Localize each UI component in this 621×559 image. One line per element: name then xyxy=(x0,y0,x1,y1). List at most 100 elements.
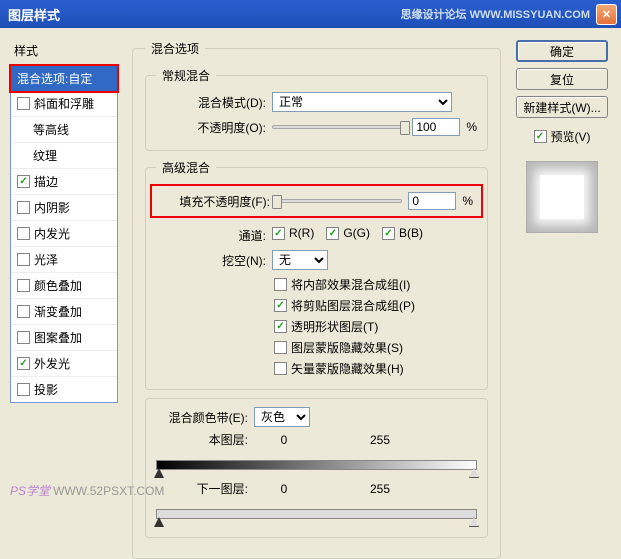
channel-toggle[interactable]: B(B) xyxy=(382,226,423,240)
style-item[interactable]: 内阴影 xyxy=(11,195,117,221)
fill-opacity-slider[interactable] xyxy=(276,199,402,203)
cancel-button[interactable]: 复位 xyxy=(516,68,608,90)
style-item[interactable]: 内发光 xyxy=(11,221,117,247)
close-button[interactable]: ✕ xyxy=(596,4,617,25)
style-checkbox[interactable] xyxy=(17,383,30,396)
channel-toggle[interactable]: G(G) xyxy=(326,226,370,240)
option-label: 将内部效果混合成组(I) xyxy=(291,276,410,293)
advanced-option[interactable]: 透明形状图层(T) xyxy=(274,318,477,335)
style-item-label: 光泽 xyxy=(34,251,58,268)
style-item-label: 颜色叠加 xyxy=(34,277,82,294)
style-item-label: 斜面和浮雕 xyxy=(34,95,94,112)
style-item-label: 投影 xyxy=(34,381,58,398)
style-checkbox[interactable] xyxy=(17,201,30,214)
style-item-label: 描边 xyxy=(34,173,58,190)
blend-options-legend: 混合选项 xyxy=(145,40,205,57)
knockout-select[interactable]: 无 xyxy=(272,250,328,270)
style-checkbox[interactable] xyxy=(17,175,30,188)
general-blend-fieldset: 常规混合 混合模式(D): 正常 不透明度(O): % xyxy=(145,67,488,151)
blend-if-select[interactable]: 灰色 xyxy=(254,407,310,427)
ok-button[interactable]: 确定 xyxy=(516,40,608,62)
channels-label: 通道: xyxy=(156,227,266,244)
style-item-label: 渐变叠加 xyxy=(34,303,82,320)
channel-checkbox[interactable] xyxy=(272,227,285,240)
opacity-slider[interactable] xyxy=(272,125,406,129)
style-item[interactable]: 光泽 xyxy=(11,247,117,273)
preview-toggle[interactable]: 预览(V) xyxy=(534,128,591,145)
option-label: 矢量蒙版隐藏效果(H) xyxy=(291,360,404,377)
channel-toggle[interactable]: R(R) xyxy=(272,226,314,240)
advanced-blend-fieldset: 高级混合 填充不透明度(F): % 通道: R(R) G(G) B(B) 挖空(N)… xyxy=(145,159,488,390)
opacity-input[interactable] xyxy=(412,118,460,136)
style-item-label: 内发光 xyxy=(34,225,70,242)
titlebar: 图层样式 思缘设计论坛 WWW.MISSYUAN.COM ✕ xyxy=(0,0,621,28)
advanced-option[interactable]: 将内部效果混合成组(I) xyxy=(274,276,477,293)
preview-label: 预览(V) xyxy=(551,128,591,145)
style-item-label: 等高线 xyxy=(33,121,69,138)
advanced-option[interactable]: 将剪贴图层混合成组(P) xyxy=(274,297,477,314)
style-item[interactable]: 渐变叠加 xyxy=(11,299,117,325)
channel-label: R(R) xyxy=(289,226,314,240)
new-style-button[interactable]: 新建样式(W)... xyxy=(516,96,608,118)
under-layer-label: 下一图层: xyxy=(156,480,248,497)
titlebar-watermark: 思缘设计论坛 WWW.MISSYUAN.COM xyxy=(401,6,590,22)
advanced-option[interactable]: 矢量蒙版隐藏效果(H) xyxy=(274,360,477,377)
knockout-label: 挖空(N): xyxy=(156,252,266,269)
styles-sidebar: 样式 混合选项:自定斜面和浮雕等高线纹理描边内阴影内发光光泽颜色叠加渐变叠加图案… xyxy=(10,40,118,495)
style-item[interactable]: 等高线 xyxy=(11,117,117,143)
style-item[interactable]: 外发光 xyxy=(11,351,117,377)
blend-if-label: 混合颜色带(E): xyxy=(156,409,248,426)
preview-box xyxy=(526,161,598,233)
styles-list: 混合选项:自定斜面和浮雕等高线纹理描边内阴影内发光光泽颜色叠加渐变叠加图案叠加外… xyxy=(10,65,118,403)
style-checkbox[interactable] xyxy=(17,97,30,110)
style-checkbox[interactable] xyxy=(17,253,30,266)
opacity-unit: % xyxy=(466,120,477,134)
style-item[interactable]: 投影 xyxy=(11,377,117,402)
style-checkbox[interactable] xyxy=(17,331,30,344)
style-checkbox[interactable] xyxy=(17,279,30,292)
general-blend-legend: 常规混合 xyxy=(156,67,216,84)
style-item[interactable]: 纹理 xyxy=(11,143,117,169)
watermark-brand: PS学堂 xyxy=(10,484,50,498)
style-item-label: 外发光 xyxy=(34,355,70,372)
blend-mode-select[interactable]: 正常 xyxy=(272,92,452,112)
style-checkbox[interactable] xyxy=(17,227,30,240)
watermark: PS学堂 WWW.52PSXT.COM xyxy=(10,482,164,499)
option-checkbox[interactable] xyxy=(274,341,287,354)
style-checkbox[interactable] xyxy=(17,357,30,370)
watermark-url: WWW.52PSXT.COM xyxy=(53,484,164,498)
option-checkbox[interactable] xyxy=(274,362,287,375)
advanced-option[interactable]: 图层蒙版隐藏效果(S) xyxy=(274,339,477,356)
option-label: 透明形状图层(T) xyxy=(291,318,378,335)
style-item[interactable]: 混合选项:自定 xyxy=(11,66,117,91)
advanced-blend-legend: 高级混合 xyxy=(156,159,216,176)
style-checkbox[interactable] xyxy=(17,305,30,318)
sidebar-header: 样式 xyxy=(10,40,118,65)
style-item[interactable]: 描边 xyxy=(11,169,117,195)
channel-label: G(G) xyxy=(343,226,370,240)
channel-label: B(B) xyxy=(399,226,423,240)
fill-opacity-input[interactable] xyxy=(408,192,456,210)
channel-checkbox[interactable] xyxy=(382,227,395,240)
window-title: 图层样式 xyxy=(8,5,401,24)
style-item-label: 图案叠加 xyxy=(34,329,82,346)
option-checkbox[interactable] xyxy=(274,320,287,333)
option-label: 图层蒙版隐藏效果(S) xyxy=(291,339,403,356)
fill-opacity-unit: % xyxy=(462,194,473,208)
style-item[interactable]: 图案叠加 xyxy=(11,325,117,351)
style-item[interactable]: 颜色叠加 xyxy=(11,273,117,299)
option-checkbox[interactable] xyxy=(274,299,287,312)
this-min: 0 xyxy=(254,433,314,447)
under-min: 0 xyxy=(254,482,314,496)
fill-opacity-label: 填充不透明度(F): xyxy=(160,193,270,210)
channel-checkbox[interactable] xyxy=(326,227,339,240)
opacity-label: 不透明度(O): xyxy=(156,119,266,136)
this-max: 255 xyxy=(320,433,440,447)
option-checkbox[interactable] xyxy=(274,278,287,291)
style-item[interactable]: 斜面和浮雕 xyxy=(11,91,117,117)
blend-mode-label: 混合模式(D): xyxy=(156,94,266,111)
this-layer-slider[interactable] xyxy=(156,452,477,472)
right-panel: 确定 复位 新建样式(W)... 预览(V) xyxy=(513,40,611,495)
under-layer-slider[interactable] xyxy=(156,501,477,521)
preview-checkbox[interactable] xyxy=(534,130,547,143)
